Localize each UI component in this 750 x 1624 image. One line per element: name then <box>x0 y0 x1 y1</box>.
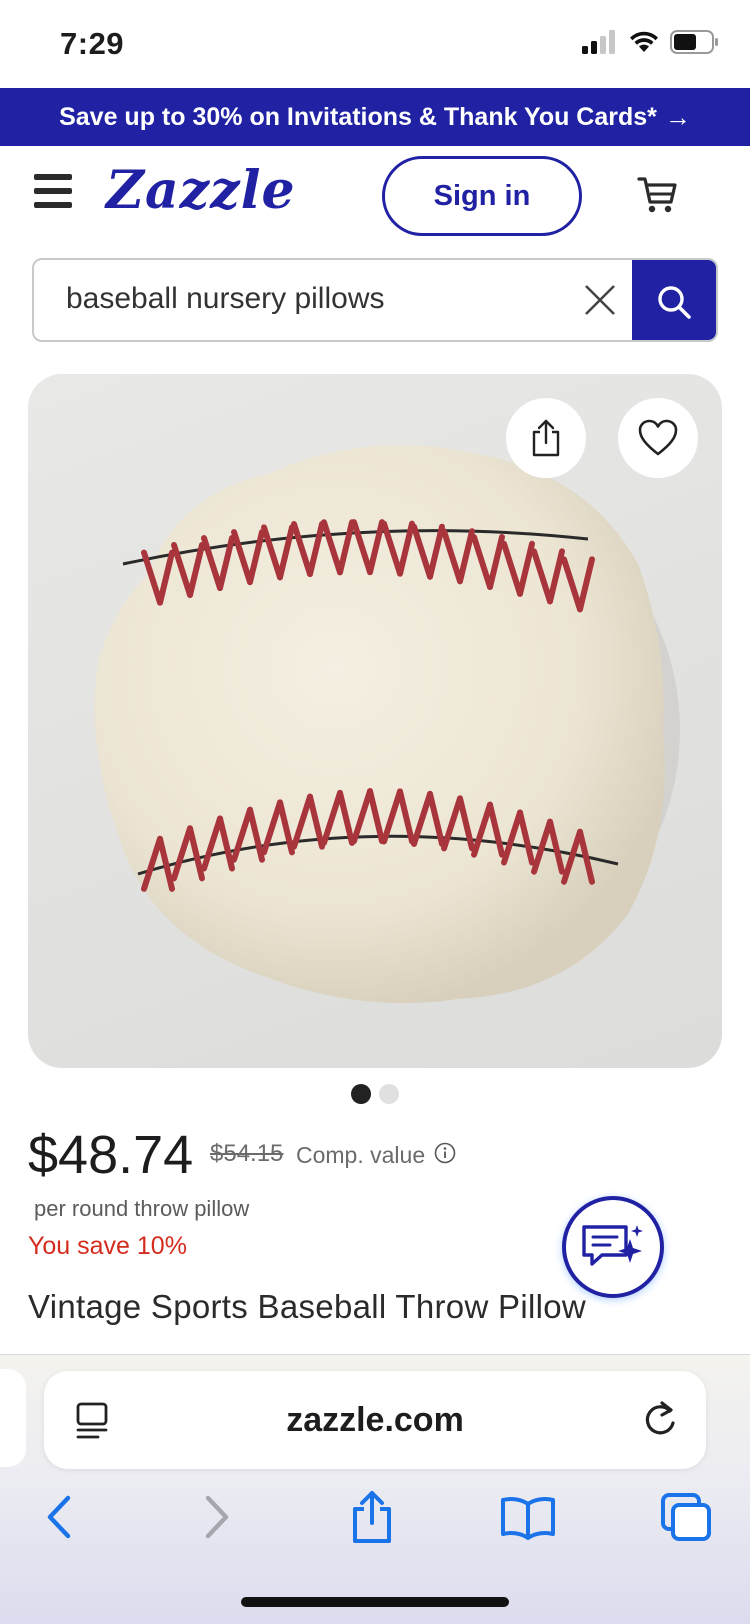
chat-sparkle-icon <box>582 1225 643 1266</box>
wifi-icon <box>630 31 658 52</box>
status-icons <box>582 30 720 54</box>
home-indicator[interactable] <box>241 1597 509 1607</box>
chevron-right-icon <box>205 1495 229 1539</box>
promo-text: Save up to 30% on Invitations & Thank Yo… <box>59 102 657 131</box>
book-icon <box>501 1497 555 1540</box>
original-price: $54.15 <box>210 1140 284 1167</box>
reload-icon[interactable] <box>640 1399 680 1441</box>
url-text: zazzle.com <box>286 1401 464 1439</box>
chevron-left-icon <box>47 1495 71 1539</box>
product-image[interactable] <box>28 374 722 1068</box>
close-icon[interactable] <box>580 280 620 320</box>
share-icon <box>532 419 560 457</box>
previous-tab[interactable] <box>0 1369 26 1467</box>
battery-icon <box>670 30 718 54</box>
search-icon <box>658 286 691 319</box>
sign-in-button[interactable]: Sign in <box>382 156 582 236</box>
hamburger-icon[interactable] <box>34 174 72 208</box>
favorite-button[interactable] <box>618 398 698 478</box>
browser-toolbar <box>0 1487 750 1567</box>
share-button[interactable] <box>506 398 586 478</box>
signal-icon <box>582 30 615 54</box>
status-time: 7:29 <box>60 26 125 61</box>
product-title: Vintage Sports Baseball Throw Pillow <box>28 1288 587 1325</box>
image-carousel-dots[interactable] <box>0 1084 750 1104</box>
page: 7:29 Save up to 30% on Invitations & Tha… <box>0 0 750 1624</box>
per-unit-label: per round throw pillow <box>34 1196 250 1221</box>
comp-value-label: Comp. value <box>296 1142 426 1168</box>
chat-button[interactable] <box>562 1196 664 1298</box>
share-icon <box>353 1491 391 1543</box>
cart-icon[interactable] <box>636 172 680 216</box>
savings-label: You save 10% <box>28 1232 187 1260</box>
carousel-dot[interactable] <box>379 1084 399 1104</box>
bookmarks-button[interactable] <box>498 1487 558 1547</box>
browser-chrome: zazzle.com <box>0 1354 750 1624</box>
promo-banner[interactable]: Save up to 30% on Invitations & Thank Yo… <box>0 88 750 146</box>
tabs-icon <box>661 1493 711 1541</box>
share-page-button[interactable] <box>342 1487 402 1547</box>
heart-icon <box>638 419 678 456</box>
forward-button[interactable] <box>188 1487 248 1547</box>
search-input[interactable]: baseball nursery pillows <box>66 282 385 316</box>
tabs-button[interactable] <box>656 1487 716 1547</box>
url-bar[interactable]: zazzle.com <box>44 1371 706 1469</box>
baseball-pillow-image <box>94 445 680 1004</box>
arrow-right-icon: → <box>664 101 691 132</box>
status-bar: 7:29 <box>0 0 750 88</box>
site-header: Zazzle Sign in <box>0 146 750 242</box>
carousel-dot[interactable] <box>351 1084 371 1104</box>
search-bar: baseball nursery pillows <box>32 258 718 342</box>
price: $48.74 <box>28 1125 194 1185</box>
zazzle-logo[interactable]: Zazzle <box>106 160 296 221</box>
info-icon[interactable] <box>434 1142 456 1164</box>
back-button[interactable] <box>28 1487 88 1547</box>
search-button[interactable] <box>632 260 716 340</box>
